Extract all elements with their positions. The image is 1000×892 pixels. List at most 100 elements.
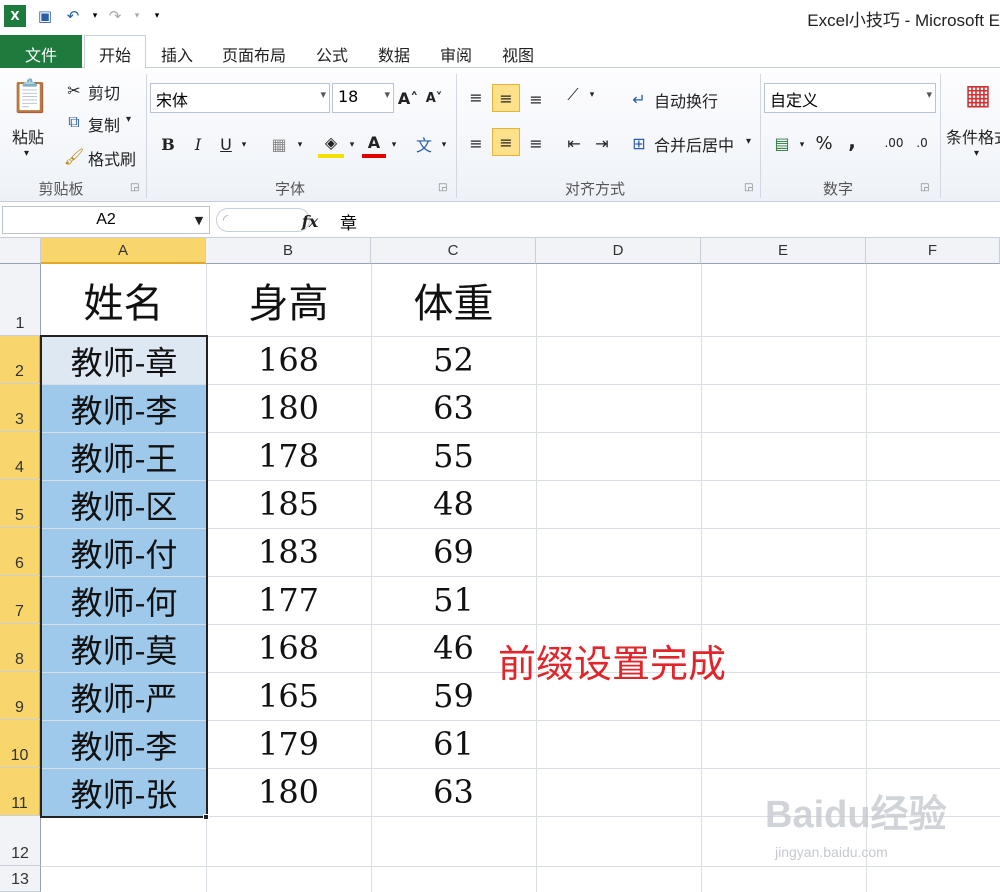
- cell-b3[interactable]: 180: [206, 384, 371, 432]
- scissors-icon[interactable]: ✂: [64, 80, 84, 100]
- fill-color-icon[interactable]: ◈: [318, 130, 344, 158]
- accounting-format-icon[interactable]: ▤: [768, 130, 796, 156]
- wrap-text-icon[interactable]: ↵: [628, 88, 650, 110]
- undo-icon[interactable]: ↶: [62, 5, 84, 27]
- row-header-1[interactable]: 1: [0, 264, 41, 336]
- row-header-10[interactable]: 10: [0, 720, 41, 768]
- column-header-e[interactable]: E: [701, 238, 866, 264]
- fill-handle[interactable]: [203, 814, 209, 820]
- font-name-select[interactable]: 宋体 ▾: [150, 83, 330, 113]
- row-header-8[interactable]: 8: [0, 624, 41, 672]
- font-color-icon[interactable]: A: [362, 130, 386, 158]
- cell-b1[interactable]: 身高: [206, 264, 371, 336]
- insert-function-button[interactable]: fx: [298, 210, 322, 232]
- align-top-icon[interactable]: ≡: [464, 84, 488, 110]
- accounting-dropdown-icon[interactable]: ▾: [796, 136, 808, 154]
- paste-button[interactable]: 粘贴: [12, 124, 44, 148]
- tab-page-layout[interactable]: 页面布局: [216, 38, 292, 68]
- align-bottom-icon[interactable]: ≡: [524, 86, 548, 112]
- cell-a1[interactable]: 姓名: [41, 264, 206, 336]
- redo-icon[interactable]: ↷: [104, 5, 126, 27]
- cell-b7[interactable]: 177: [206, 576, 371, 624]
- italic-button[interactable]: I: [188, 132, 208, 156]
- alignment-launcher-icon[interactable]: ◲: [744, 182, 753, 193]
- clipboard-launcher-icon[interactable]: ◲: [130, 182, 139, 193]
- column-header-c[interactable]: C: [371, 238, 536, 264]
- bold-button[interactable]: B: [158, 132, 178, 156]
- cell-b9[interactable]: 165: [206, 672, 371, 720]
- formula-bar-resize-handle[interactable]: ◜: [216, 208, 310, 232]
- paste-icon[interactable]: 📋: [10, 74, 50, 118]
- copy-dropdown-icon[interactable]: ▾: [126, 114, 131, 125]
- tab-file[interactable]: 文件: [0, 35, 82, 68]
- comma-button[interactable]: ,: [842, 128, 862, 154]
- cell-c4[interactable]: 55: [371, 432, 536, 480]
- row-header-11[interactable]: 11: [0, 768, 41, 816]
- cell-b4[interactable]: 178: [206, 432, 371, 480]
- customize-toolbar-icon[interactable]: ▾: [146, 5, 168, 27]
- tab-data[interactable]: 数据: [372, 38, 416, 68]
- cell-b2[interactable]: 168: [206, 336, 371, 384]
- row-header-3[interactable]: 3: [0, 384, 41, 432]
- phonetic-dropdown-icon[interactable]: ▾: [438, 136, 450, 154]
- tab-formulas[interactable]: 公式: [310, 38, 354, 68]
- row-header-4[interactable]: 4: [0, 432, 41, 480]
- cell-c11[interactable]: 63: [371, 768, 536, 816]
- formula-input[interactable]: 章: [340, 209, 357, 234]
- tab-review[interactable]: 审阅: [434, 38, 478, 68]
- grow-font-icon[interactable]: A˄: [398, 86, 418, 110]
- redo-dropdown-icon[interactable]: ▾: [126, 5, 148, 27]
- increase-decimal-icon[interactable]: .00: [882, 130, 906, 156]
- borders-icon[interactable]: ▦: [266, 132, 292, 156]
- name-box[interactable]: A2: [2, 206, 210, 234]
- row-header-7[interactable]: 7: [0, 576, 41, 624]
- cut-button[interactable]: 剪切: [88, 80, 120, 104]
- align-left-icon[interactable]: ≡: [464, 130, 488, 156]
- font-launcher-icon[interactable]: ◲: [438, 182, 447, 193]
- cell-b8[interactable]: 168: [206, 624, 371, 672]
- number-launcher-icon[interactable]: ◲: [920, 182, 929, 193]
- align-middle-icon[interactable]: ≡: [492, 84, 520, 112]
- cell-c3[interactable]: 63: [371, 384, 536, 432]
- cell-c10[interactable]: 61: [371, 720, 536, 768]
- cell-c2[interactable]: 52: [371, 336, 536, 384]
- cell-b6[interactable]: 183: [206, 528, 371, 576]
- decrease-indent-icon[interactable]: ⇤: [562, 130, 586, 156]
- wrap-text-button[interactable]: 自动换行: [654, 88, 718, 112]
- copy-button[interactable]: 复制: [88, 112, 120, 136]
- row-header-9[interactable]: 9: [0, 672, 41, 720]
- tab-home[interactable]: 开始: [84, 35, 146, 69]
- borders-dropdown-icon[interactable]: ▾: [294, 136, 306, 154]
- save-icon[interactable]: ▣: [34, 5, 56, 27]
- column-header-f[interactable]: F: [866, 238, 1000, 264]
- conditional-formatting-icon[interactable]: ▦: [958, 74, 998, 114]
- merge-center-icon[interactable]: ⊞: [628, 132, 650, 154]
- align-center-icon[interactable]: ≡: [492, 128, 520, 156]
- phonetic-icon[interactable]: 文: [410, 130, 438, 158]
- merge-dropdown-icon[interactable]: ▾: [746, 136, 751, 147]
- cell-c7[interactable]: 51: [371, 576, 536, 624]
- decrease-decimal-icon[interactable]: .0: [910, 130, 934, 156]
- column-header-a[interactable]: A: [41, 238, 206, 264]
- worksheet-grid[interactable]: A B C D E F 1 2 3 4 5 6 7 8 9 10 11 12 1…: [0, 238, 1000, 892]
- font-size-select[interactable]: 18 ▾: [332, 83, 394, 113]
- shrink-font-icon[interactable]: A˅: [424, 86, 444, 110]
- format-painter-button[interactable]: 格式刷: [88, 146, 136, 170]
- row-header-6[interactable]: 6: [0, 528, 41, 576]
- number-format-select[interactable]: 自定义 ▾: [764, 83, 936, 113]
- conditional-formatting-dropdown-icon[interactable]: ▾: [974, 148, 979, 159]
- increase-indent-icon[interactable]: ⇥: [590, 130, 614, 156]
- font-color-dropdown-icon[interactable]: ▾: [388, 136, 400, 154]
- underline-dropdown-icon[interactable]: ▾: [238, 136, 250, 154]
- name-box-dropdown-icon[interactable]: ▼: [192, 212, 206, 228]
- row-header-13[interactable]: 13: [0, 866, 41, 892]
- tab-insert[interactable]: 插入: [156, 38, 198, 68]
- row-header-12[interactable]: 12: [0, 816, 41, 866]
- copy-icon[interactable]: ⧉: [64, 112, 84, 132]
- cell-c6[interactable]: 69: [371, 528, 536, 576]
- align-right-icon[interactable]: ≡: [524, 130, 548, 156]
- conditional-formatting-button[interactable]: 条件格式: [946, 124, 1000, 148]
- select-all-corner[interactable]: [0, 238, 41, 264]
- merge-center-button[interactable]: 合并后居中: [654, 132, 734, 156]
- row-header-2[interactable]: 2: [0, 336, 41, 384]
